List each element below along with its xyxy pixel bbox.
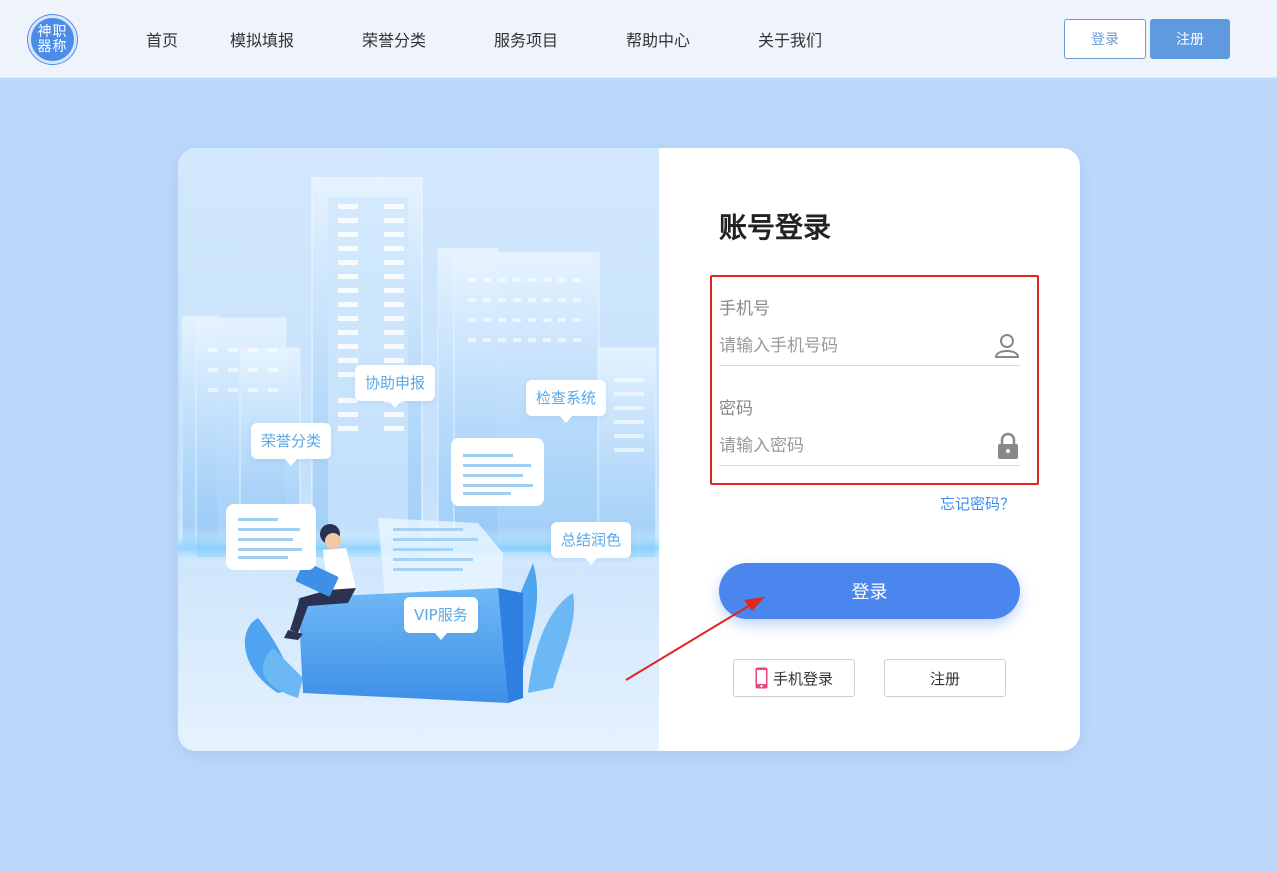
- logo-text-line1: 神职: [37, 24, 68, 40]
- bubble-assist-apply: 协助申报: [355, 365, 436, 408]
- nav-honor-category[interactable]: 荣誉分类: [328, 27, 460, 51]
- bubble-check-system: 检查系统: [526, 380, 607, 423]
- login-button[interactable]: 登录: [719, 563, 1020, 619]
- logo-text-line2: 器称: [37, 39, 68, 55]
- site-logo[interactable]: 神职 器称: [28, 15, 77, 64]
- forgot-password-link[interactable]: 忘记密码？: [940, 493, 1015, 514]
- header-login-button[interactable]: 登录: [1064, 19, 1146, 59]
- mobile-phone-icon: [755, 667, 768, 689]
- login-card: 协助申报 检查系统 荣誉分类 总结润色 VIP服务 账号登录 手机号 密码 忘记…: [178, 148, 1080, 751]
- city-illustration: 协助申报 检查系统 荣誉分类 总结润色 VIP服务: [178, 148, 659, 751]
- phone-login-button[interactable]: 手机登录: [733, 659, 855, 697]
- nav-about-us[interactable]: 关于我们: [724, 27, 856, 51]
- nav-services[interactable]: 服务项目: [460, 27, 592, 51]
- login-form-title: 账号登录: [719, 211, 832, 244]
- phone-label: 手机号: [719, 299, 770, 319]
- nav-mock-apply[interactable]: 模拟填报: [196, 27, 328, 51]
- nav-home[interactable]: 首页: [128, 27, 196, 51]
- bubble-honor-category: 荣誉分类: [251, 423, 332, 466]
- lock-icon: [998, 432, 1018, 459]
- register-button[interactable]: 注册: [884, 659, 1006, 697]
- user-icon: [994, 334, 1020, 358]
- bubble-summary-polish: 总结润色: [551, 522, 632, 565]
- nav-help-center[interactable]: 帮助中心: [592, 27, 724, 51]
- phone-login-label: 手机登录: [772, 669, 833, 688]
- phone-input[interactable]: [719, 326, 1020, 366]
- header-register-button[interactable]: 注册: [1150, 19, 1230, 59]
- password-label: 密码: [719, 399, 753, 419]
- bubble-vip-service: VIP服务: [404, 597, 478, 640]
- password-input[interactable]: [719, 426, 1020, 466]
- top-header: 神职 器称 首页 模拟填报 荣誉分类 服务项目 帮助中心 关于我们 登录 注册: [0, 0, 1277, 78]
- main-nav: 首页 模拟填报 荣誉分类 服务项目 帮助中心 关于我们: [128, 0, 856, 78]
